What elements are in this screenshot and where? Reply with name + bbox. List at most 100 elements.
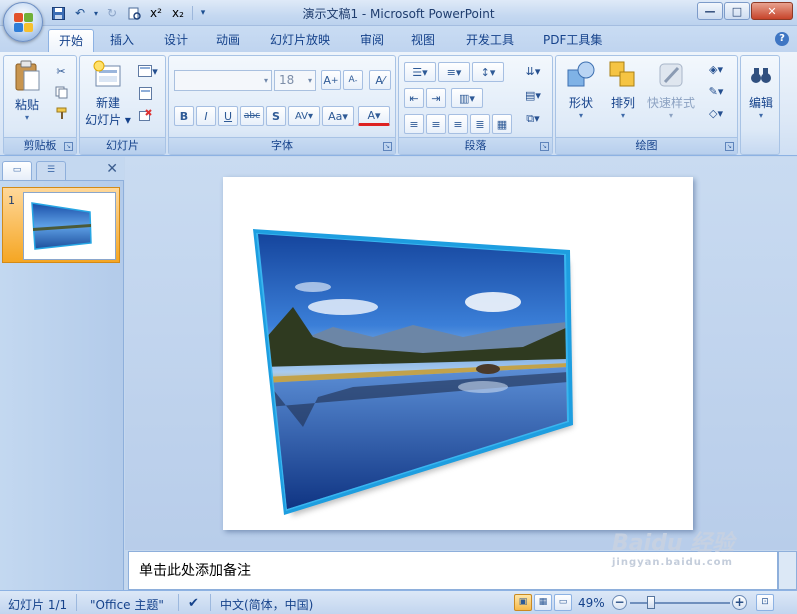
shape-fill-icon[interactable]: ◈▾ (702, 60, 730, 78)
slide-number: 1 (8, 194, 15, 207)
outline-tab[interactable]: ☰ (36, 161, 66, 180)
shapes-button[interactable]: 形状 ▾ (562, 60, 600, 120)
align-center-icon[interactable]: ≡ (426, 114, 446, 134)
paste-label: 粘贴 (14, 98, 39, 112)
italic-button[interactable]: I (196, 106, 216, 126)
tab-review[interactable]: 审阅 (350, 29, 394, 52)
bullets-button[interactable]: ☰▾ (404, 62, 436, 82)
slide-count: 幻灯片 1/1 (8, 598, 68, 612)
tab-view[interactable]: 视图 (401, 29, 445, 52)
editing-group: 编辑 ▾ (740, 55, 780, 155)
tab-design[interactable]: 设计 (154, 29, 198, 52)
cut-icon[interactable]: ✂ (52, 62, 70, 80)
font-launcher-icon[interactable]: ↘ (383, 142, 392, 151)
tab-home[interactable]: 开始 (48, 29, 95, 52)
quick-styles-button[interactable]: 快速样式 ▾ (644, 60, 698, 120)
tab-developer[interactable]: 开发工具 (456, 29, 524, 52)
slide-thumbnail-selected[interactable]: 1 (2, 187, 120, 263)
shadow-button[interactable]: S (266, 106, 286, 126)
picture-frame[interactable] (223, 177, 693, 530)
zoom-slider-thumb[interactable] (647, 596, 655, 609)
close-button[interactable]: ✕ (751, 2, 793, 20)
office-button[interactable] (3, 2, 43, 42)
justify-icon[interactable]: ≣ (470, 114, 490, 134)
slides-panel: ▭ ☰ ✕ 1 (0, 157, 124, 590)
underline-button[interactable]: U (218, 106, 238, 126)
spell-check-icon[interactable]: ✔ (188, 596, 199, 611)
paragraph-group: ☰▾ ≡▾ ↕▾ ⇊▾ ⇤ ⇥ ▥▾ ▤▾ ≡ ≡ ≡ ≣ ▦ ⧉▾ 段落 ↘ (398, 55, 553, 155)
clear-format-icon[interactable]: A⁄ (369, 70, 391, 90)
increase-indent-icon[interactable]: ⇥ (426, 88, 446, 108)
font-group: ▾ 18 ▾ A + A- A⁄ B I U abc S AV ▾ Aa ▾ A ▾ 字体… (168, 55, 396, 155)
normal-view-button[interactable]: ▣ (514, 594, 532, 611)
arrange-button[interactable]: 排列 ▾ (604, 60, 642, 120)
text-direction-icon[interactable]: ⇊▾ (521, 62, 545, 80)
slides-group-label: 幻灯片 (80, 137, 165, 154)
title-bar: ↶ ▾ ↻ x² x₂ ▾ 演示文稿1 - Microsoft PowerPoi… (0, 0, 797, 26)
slide-sorter-button[interactable]: ▦ (534, 594, 552, 611)
align-left-icon[interactable]: ≡ (404, 114, 424, 134)
paragraph-group-label: 段落 (399, 137, 552, 154)
paragraph-launcher-icon[interactable]: ↘ (540, 142, 549, 151)
format-painter-icon[interactable] (52, 104, 70, 122)
new-slide-button[interactable]: 新建 幻灯片 ▾ (84, 60, 132, 128)
clipboard-launcher-icon[interactable]: ↘ (64, 142, 73, 151)
zoom-slider-track[interactable] (630, 602, 730, 604)
change-case-button[interactable]: Aa ▾ (322, 106, 354, 126)
shape-outline-icon[interactable]: ✎▾ (702, 82, 730, 100)
zoom-out-button[interactable]: − (612, 595, 627, 610)
layout-icon[interactable]: ▾ (136, 62, 160, 80)
delete-slide-icon[interactable] (136, 106, 154, 124)
drawing-launcher-icon[interactable]: ↘ (725, 142, 734, 151)
copy-icon[interactable] (52, 83, 70, 101)
slide-thumbnail[interactable] (23, 192, 116, 260)
shapes-label: 形状 (568, 96, 593, 110)
panel-tabs: ▭ ☰ ✕ (0, 157, 124, 181)
slides-group: 新建 幻灯片 ▾ ▾ 幻灯片 (79, 55, 166, 155)
slides-tab[interactable]: ▭ (2, 161, 32, 180)
tab-pdf-tools[interactable]: PDF工具集 (533, 29, 612, 52)
fit-to-window-button[interactable]: ⊡ (756, 594, 774, 611)
align-right-icon[interactable]: ≡ (448, 114, 468, 134)
new-slide-icon (93, 60, 121, 87)
shapes-icon (567, 61, 595, 87)
close-panel-icon[interactable]: ✕ (106, 161, 118, 177)
reset-icon[interactable] (136, 84, 154, 102)
grow-font-button[interactable]: A + (321, 70, 341, 90)
ribbon-tabs: 开始 插入 设计 动画 幻灯片放映 审阅 视图 开发工具 PDF工具集 ? (0, 26, 797, 52)
tab-slideshow[interactable]: 幻灯片放映 (260, 29, 340, 52)
tab-insert[interactable]: 插入 (100, 29, 144, 52)
zoom-in-button[interactable]: + (732, 595, 747, 610)
line-spacing-button[interactable]: ↕▾ (472, 62, 504, 82)
smartart-icon[interactable]: ⧉▾ (521, 110, 545, 128)
maximize-button[interactable]: □ (724, 2, 750, 20)
font-group-label: 字体 (169, 137, 395, 154)
new-slide-label-2: 幻灯片 (85, 113, 122, 127)
font-size-combo[interactable]: 18 ▾ (274, 70, 316, 91)
zoom-level[interactable]: 49% (578, 596, 605, 610)
columns-button[interactable]: ▥▾ (451, 88, 483, 108)
strikethrough-button[interactable]: abc (240, 106, 264, 126)
align-text-icon[interactable]: ▤▾ (521, 86, 545, 104)
notes-pane[interactable]: 单击此处添加备注 (128, 551, 778, 590)
decrease-indent-icon[interactable]: ⇤ (404, 88, 424, 108)
shape-effects-icon[interactable]: ◇▾ (702, 104, 730, 122)
distributed-icon[interactable]: ▦ (492, 114, 512, 134)
slide-canvas[interactable] (223, 177, 693, 530)
font-name-combo[interactable]: ▾ (174, 70, 272, 91)
help-icon[interactable]: ? (775, 32, 789, 46)
paste-icon (15, 60, 40, 91)
editing-button[interactable]: 编辑 ▾ (742, 60, 780, 120)
slideshow-view-button[interactable]: ▭ (554, 594, 572, 611)
binoculars-icon (751, 68, 771, 83)
bold-button[interactable]: B (174, 106, 194, 126)
font-color-button[interactable]: A ▾ (358, 106, 390, 126)
numbering-button[interactable]: ≡▾ (438, 62, 470, 82)
shrink-font-button[interactable]: A- (343, 70, 363, 90)
paste-button[interactable]: 粘贴 ▾ (8, 60, 46, 122)
notes-scrollbar[interactable] (778, 551, 797, 590)
quick-styles-label: 快速样式 (646, 96, 695, 110)
minimize-button[interactable]: — (697, 2, 723, 20)
tab-animations[interactable]: 动画 (206, 29, 250, 52)
char-spacing-button[interactable]: AV ▾ (288, 106, 320, 126)
